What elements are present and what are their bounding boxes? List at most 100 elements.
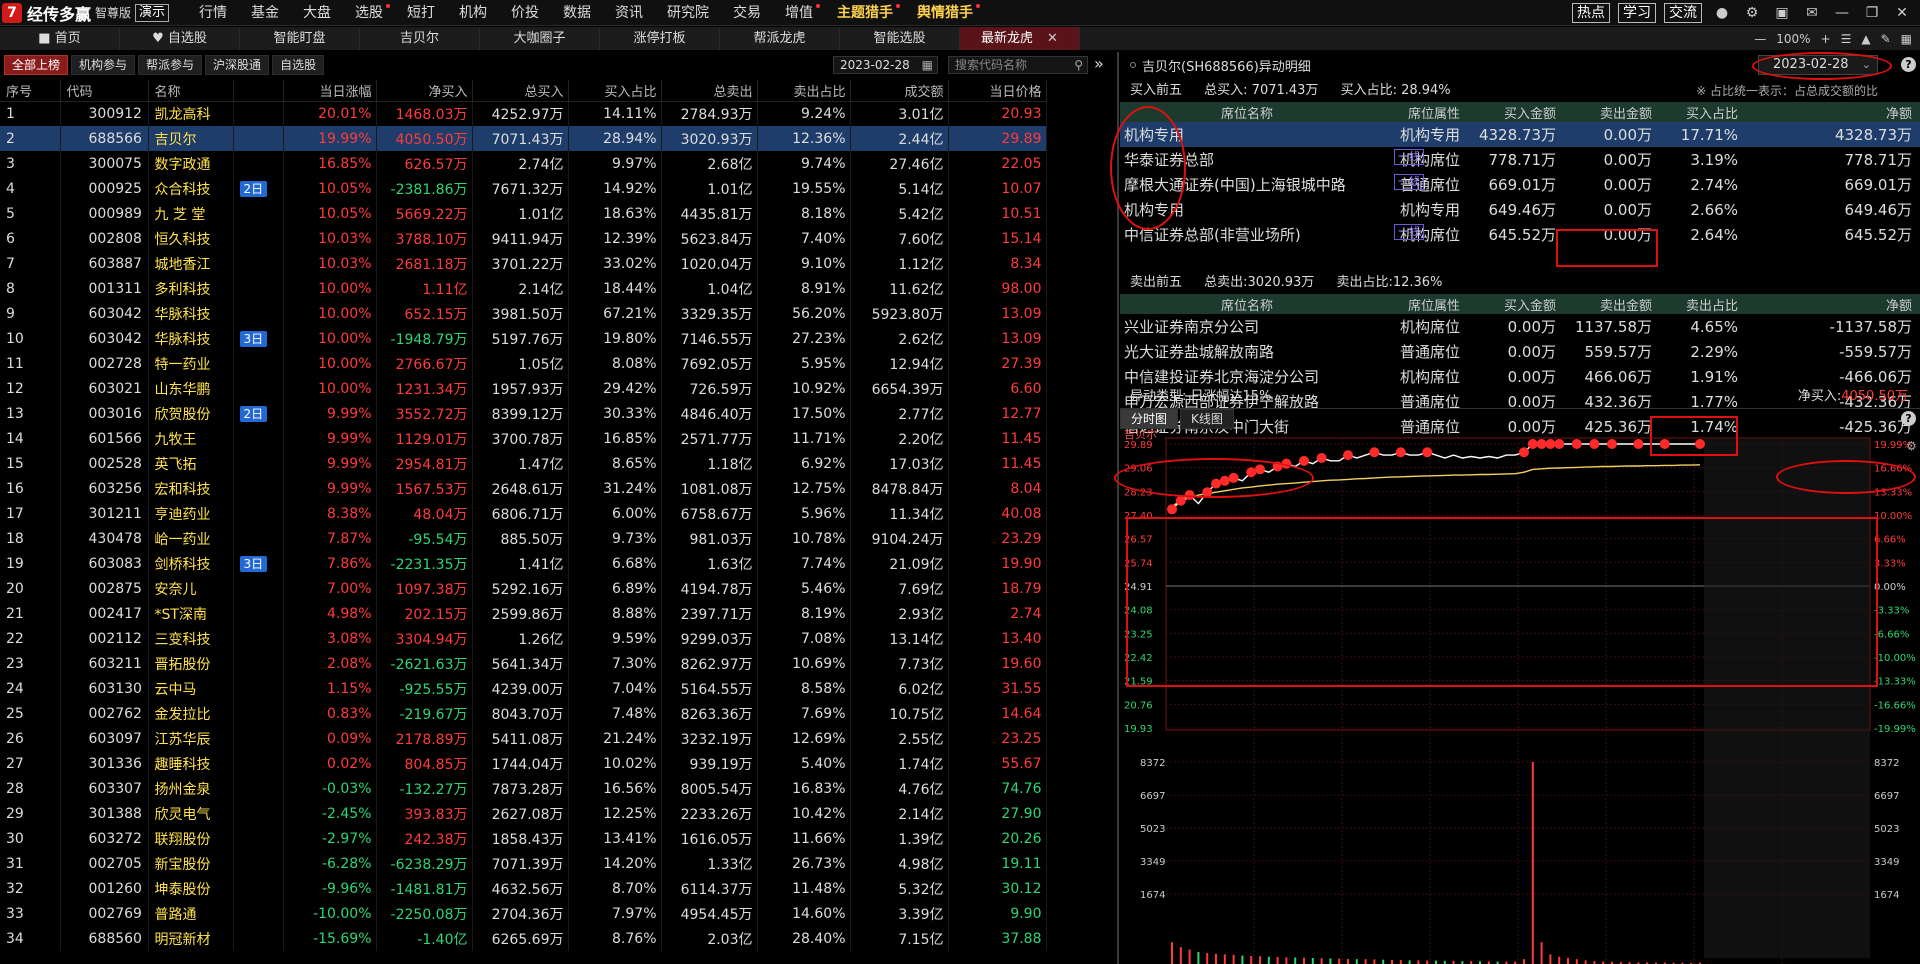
date-picker[interactable]: 2023-02-28 ▦ — [833, 56, 938, 74]
table-row[interactable]: 15 002528 英飞拓 9.99% 2954.81万 1.47亿 8.65% 1.18亿 6… — [0, 451, 1047, 476]
table-row[interactable]: 4 000925 众合科技 2日 10.05% -2381.86万 7671.32万 14.9… — [0, 176, 1047, 201]
table-row[interactable]: 14 601566 九牧王 9.99% 1129.01万 3700.78万 16.85% 25… — [0, 426, 1047, 451]
close-icon[interactable]: ✕ — [1890, 3, 1914, 23]
search-icon[interactable]: ⚲ — [1074, 57, 1083, 73]
table-row[interactable]: 9 603042 华脉科技 10.00% 652.15万 3981.50万 67.21% 33… — [0, 301, 1047, 326]
table-row[interactable]: 6 002808 恒久科技 10.03% 3788.10万 9411.94万 12.39% 5… — [0, 226, 1047, 251]
table-row[interactable]: 21 002417 *ST深南 4.98% 202.15万 2599.86万 8.88% 23… — [0, 601, 1047, 626]
table-row[interactable]: 17 301211 亨迪药业 8.38% 48.04万 6806.71万 6.00% 6758… — [0, 501, 1047, 526]
column-header[interactable]: 卖出占比 — [757, 80, 851, 102]
menu-item-2[interactable]: 大盘 — [291, 0, 343, 26]
lock-icon[interactable]: ▲ — [1861, 32, 1870, 46]
seat-row[interactable]: 机构专用 机构专用 4328.73万 0.00万 17.71% 4328.73万 — [1120, 122, 1920, 147]
table-row[interactable]: 16 603256 宏和科技 9.99% 1567.53万 2648.61万 31.24% 1… — [0, 476, 1047, 501]
tab-4[interactable]: 大咖圈子 — [480, 27, 600, 50]
close-tab-icon[interactable]: ✕ — [1047, 31, 1058, 46]
menu-item-0[interactable]: 行情 — [187, 0, 239, 26]
column-header[interactable]: 总卖出 — [661, 80, 758, 102]
column-header[interactable]: 代码 — [60, 80, 149, 102]
menu-item-8[interactable]: 资讯 — [603, 0, 655, 26]
restore-icon[interactable]: ❐ — [1860, 3, 1884, 23]
column-header[interactable]: 当日价格 — [948, 80, 1047, 102]
intraday-chart[interactable]: 29.89 19.99%29.06 16.66%28.23 13.33%27.40 10… — [1120, 430, 1920, 964]
zoom-out-icon[interactable]: — — [1754, 32, 1766, 46]
table-row[interactable]: 8 001311 多利科技 10.00% 1.11亿 2.14亿 18.44% 1.04亿 8.… — [0, 276, 1047, 301]
tab-kline[interactable]: K线图 — [1180, 408, 1234, 429]
exchange-button[interactable]: 交流 — [1664, 3, 1702, 23]
layout-icon[interactable]: ▣ — [1770, 3, 1794, 23]
list-icon[interactable]: ☰ — [1841, 32, 1852, 46]
table-row[interactable]: 32 001260 坤泰股份 -9.96% -1481.81万 4632.56万 8.70%… — [0, 876, 1047, 901]
table-row[interactable]: 7 603887 城地香江 10.03% 2681.18万 3701.22万 33.02% 1… — [0, 251, 1047, 276]
menu-item-5[interactable]: 机构 — [447, 0, 499, 26]
column-header[interactable] — [233, 80, 284, 102]
tab-6[interactable]: 帮派龙虎 — [720, 27, 840, 50]
seat-row[interactable]: 摩根大通证券(中国)上海银城中路 一线 普通席位 669.01万 0.00万 2.74% 6… — [1120, 172, 1920, 197]
menu-item-10[interactable]: 交易 — [721, 0, 773, 26]
table-row[interactable]: 20 002875 安奈儿 7.00% 1097.38万 5292.16万 6.89% 419… — [0, 576, 1047, 601]
filter-all-button[interactable]: 全部上榜 — [4, 55, 69, 75]
mail-icon[interactable]: ✉ — [1800, 3, 1824, 23]
column-header[interactable]: 当日涨幅 — [283, 80, 377, 102]
tab-0[interactable]: ■ 首页 — [0, 27, 120, 50]
tab-7[interactable]: 智能选股 — [840, 27, 960, 50]
table-row[interactable]: 1 300912 凯龙高科 20.01% 1468.03万 4252.97万 14.11% 2… — [0, 101, 1047, 126]
table-row[interactable]: 19 603083 剑桥科技 3日 7.86% -2231.35万 1.41亿 6.68% 1.… — [0, 551, 1047, 576]
seat-row[interactable]: 中信证券总部(非营业场所) 一线 机构席位 645.52万 0.00万 2.64% 645.… — [1120, 222, 1920, 247]
table-row[interactable]: 30 603272 联翔股份 -2.97% 242.38万 1858.43万 13.41% 1… — [0, 826, 1047, 851]
user-icon[interactable]: ● — [1710, 3, 1734, 23]
table-row[interactable]: 28 603307 扬州金泉 -0.03% -132.27万 7873.28万 16.56%… — [0, 776, 1047, 801]
table-row[interactable]: 2 688566 吉贝尔 19.99% 4050.50万 7071.43万 28.94% 30… — [0, 126, 1047, 151]
column-header[interactable]: 买入占比 — [568, 80, 662, 102]
table-row[interactable]: 18 430478 峆一药业 7.87% -95.54万 885.50万 9.73% 981.… — [0, 526, 1047, 551]
grid-icon[interactable]: ▦ — [1901, 32, 1912, 46]
tab-3[interactable]: 吉贝尔 — [360, 27, 480, 50]
tab-2[interactable]: 智能盯盘 — [240, 27, 360, 50]
column-header[interactable]: 成交额 — [850, 80, 949, 102]
table-row[interactable]: 29 301388 欣灵电气 -2.45% 393.83万 2627.08万 12.25% 2… — [0, 801, 1047, 826]
table-row[interactable]: 22 002112 三变科技 3.08% 3304.94万 1.26亿 9.59% 9299.… — [0, 626, 1047, 651]
table-row[interactable]: 5 000989 九 芝 堂 10.05% 5669.22万 1.01亿 18.63% 443… — [0, 201, 1047, 226]
hotspot-button[interactable]: 热点 — [1572, 3, 1610, 23]
menu-item-4[interactable]: 短打 — [395, 0, 447, 26]
table-row[interactable]: 27 301336 趣睡科技 0.02% 804.85万 1744.04万 10.02% 93… — [0, 751, 1047, 776]
table-row[interactable]: 23 603211 晋拓股份 2.08% -2621.63万 5641.34万 7.30% 8… — [0, 651, 1047, 676]
tab-intraday[interactable]: 分时图 — [1120, 408, 1179, 429]
menu-item-6[interactable]: 价投 — [499, 0, 551, 26]
column-header[interactable]: 名称 — [148, 80, 234, 102]
table-row[interactable]: 25 002762 金发拉比 0.83% -219.67万 8043.70万 7.48% 82… — [0, 701, 1047, 726]
table-row[interactable]: 13 003016 欣贺股份 2日 9.99% 3552.72万 8399.12万 30.33… — [0, 401, 1047, 426]
menu-item-11[interactable]: 增值 — [773, 0, 825, 26]
seat-row[interactable]: 兴业证券南京分公司 机构席位 0.00万 1137.58万 4.65% -1137.58万 — [1120, 314, 1920, 339]
menu-item-9[interactable]: 研究院 — [655, 0, 721, 26]
minimize-icon[interactable]: — — [1830, 3, 1854, 23]
menu-item-3[interactable]: 选股 — [343, 0, 395, 26]
edit-icon[interactable]: ✎ — [1881, 32, 1891, 46]
filter-institution-button[interactable]: 机构参与 — [71, 55, 136, 75]
menu-item-1[interactable]: 基金 — [239, 0, 291, 26]
tab-8[interactable]: 最新龙虎 ✕ — [960, 27, 1080, 50]
search-input[interactable]: 搜索代码名称 ⚲ — [948, 56, 1088, 74]
gear-icon[interactable]: ⚙ — [1740, 3, 1764, 23]
calendar-icon[interactable]: ▦ — [922, 57, 933, 73]
table-row[interactable]: 24 603130 云中马 1.15% -925.55万 4239.00万 7.04% 516… — [0, 676, 1047, 701]
filter-watchlist-button[interactable]: 自选股 — [272, 55, 325, 75]
table-row[interactable]: 31 002705 新宝股份 -6.28% -6238.29万 7071.39万 14.20… — [0, 851, 1047, 876]
column-header[interactable]: 净买入 — [376, 80, 473, 102]
chart-help-icon[interactable]: ? — [1901, 411, 1916, 426]
seat-row[interactable]: 光大证券盐城解放南路 普通席位 0.00万 559.57万 2.29% -559.57万 — [1120, 339, 1920, 364]
menu-item-12[interactable]: 主题猎手 — [825, 0, 905, 26]
table-row[interactable]: 12 603021 山东华鹏 10.00% 1231.34万 1957.93万 29.42%… — [0, 376, 1047, 401]
seat-row[interactable]: 机构专用 机构专用 649.46万 0.00万 2.66% 649.46万 — [1120, 197, 1920, 222]
menu-item-7[interactable]: 数据 — [551, 0, 603, 26]
table-row[interactable]: 10 603042 华脉科技 3日 10.00% -1948.79万 5197.76万 19.… — [0, 326, 1047, 351]
tab-1[interactable]: ♥ 自选股 — [120, 27, 240, 50]
table-row[interactable]: 11 002728 特一药业 10.00% 2766.67万 1.05亿 8.08% 7692… — [0, 351, 1047, 376]
filter-connect-button[interactable]: 沪深股通 — [205, 55, 270, 75]
detail-date-select[interactable]: 2023-02-28 ⌄ — [1758, 55, 1878, 75]
filter-gang-button[interactable]: 帮派参与 — [138, 55, 203, 75]
menu-item-13[interactable]: 舆情猎手 — [905, 0, 985, 26]
help-icon[interactable]: ? — [1901, 57, 1916, 72]
table-row[interactable]: 26 603097 江苏华辰 0.09% 2178.89万 5411.08万 21.24% 3… — [0, 726, 1047, 751]
column-header[interactable]: 序号 — [0, 80, 61, 102]
